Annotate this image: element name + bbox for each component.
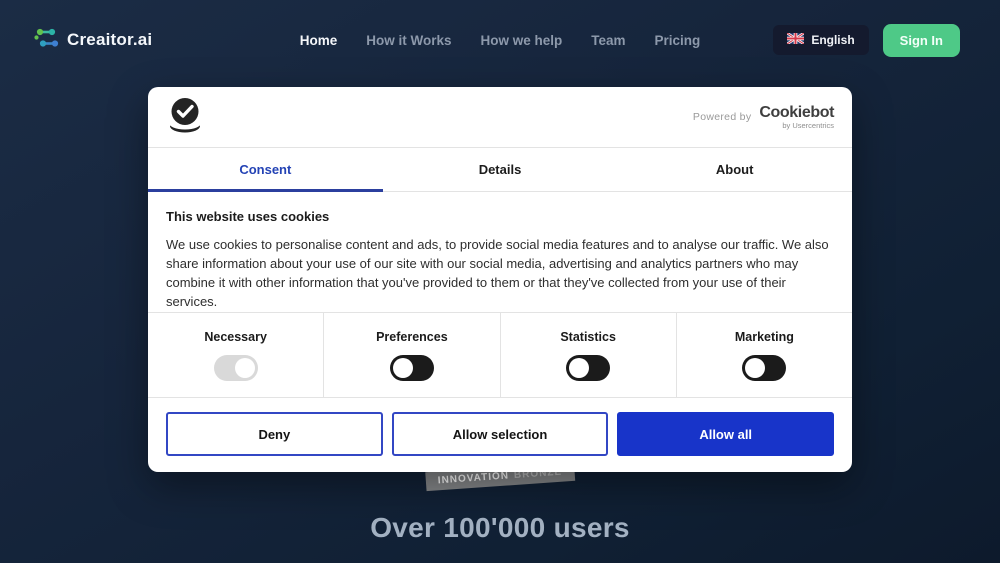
vendor-subtitle: by Usercentrics (782, 121, 834, 130)
necessary-toggle (214, 355, 258, 381)
tab-consent[interactable]: Consent (148, 148, 383, 191)
ribbon-primary-label: INNOVATION (438, 470, 510, 486)
category-label: Necessary (204, 330, 267, 344)
hero-title: Over 100'000 users (0, 512, 1000, 544)
allow-selection-button[interactable]: Allow selection (392, 412, 609, 456)
preferences-toggle[interactable] (390, 355, 434, 381)
powered-by-block: Powered by Cookiebot by Usercentrics (693, 105, 834, 130)
nav-item-team[interactable]: Team (591, 33, 625, 48)
language-label: English (811, 33, 854, 47)
vendor-wordmark[interactable]: Cookiebot by Usercentrics (759, 105, 834, 130)
sign-in-button[interactable]: Sign In (883, 24, 960, 57)
nav-item-home[interactable]: Home (300, 33, 338, 48)
creaitor-logo-icon (32, 24, 59, 56)
category-statistics: Statistics (501, 313, 677, 397)
uk-flag-icon (787, 33, 804, 47)
cookie-categories-row: Necessary Preferences Statistics Marketi… (148, 312, 852, 398)
category-label: Preferences (376, 330, 448, 344)
category-marketing: Marketing (677, 313, 852, 397)
dialog-buttons-row: Deny Allow selection Allow all (148, 398, 852, 472)
vendor-name: Cookiebot (759, 105, 834, 120)
category-preferences: Preferences (324, 313, 500, 397)
statistics-toggle[interactable] (566, 355, 610, 381)
brand-name: Creaitor.ai (67, 30, 152, 50)
cookiebot-logo-icon (166, 95, 204, 140)
brand-logo[interactable]: Creaitor.ai (32, 24, 152, 56)
powered-by-label: Powered by (693, 111, 751, 123)
tab-details[interactable]: Details (383, 148, 618, 191)
consent-body: This website uses cookies We use cookies… (148, 192, 852, 323)
consent-description: We use cookies to personalise content an… (166, 235, 834, 311)
top-navigation-bar: Creaitor.ai Home How it Works How we hel… (0, 0, 1000, 80)
top-actions: English Sign In (773, 24, 960, 57)
category-necessary: Necessary (148, 313, 324, 397)
main-nav: Home How it Works How we help Team Prici… (300, 33, 701, 48)
nav-item-how-it-works[interactable]: How it Works (366, 33, 451, 48)
tab-about[interactable]: About (617, 148, 852, 191)
category-label: Marketing (735, 330, 794, 344)
deny-button[interactable]: Deny (166, 412, 383, 456)
toggle-knob (745, 358, 765, 378)
allow-all-button[interactable]: Allow all (617, 412, 834, 456)
category-label: Statistics (560, 330, 616, 344)
language-selector[interactable]: English (773, 25, 868, 55)
dialog-tabs: Consent Details About (148, 148, 852, 192)
toggle-knob (569, 358, 589, 378)
cookie-consent-dialog: Powered by Cookiebot by Usercentrics Con… (148, 87, 852, 472)
toggle-knob (235, 358, 255, 378)
consent-heading: This website uses cookies (166, 209, 834, 224)
nav-item-how-we-help[interactable]: How we help (480, 33, 562, 48)
toggle-knob (393, 358, 413, 378)
nav-item-pricing[interactable]: Pricing (655, 33, 701, 48)
dialog-header: Powered by Cookiebot by Usercentrics (148, 87, 852, 148)
marketing-toggle[interactable] (742, 355, 786, 381)
